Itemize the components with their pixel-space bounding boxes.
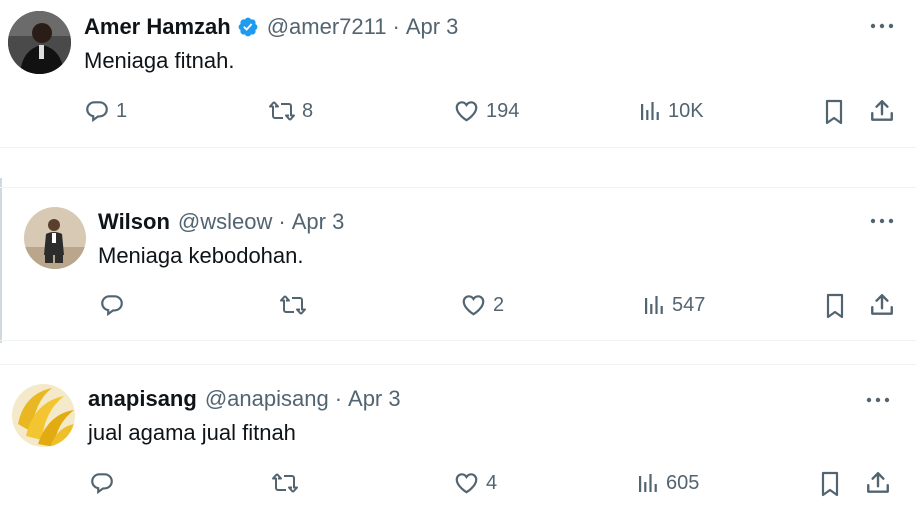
view-count: 10K <box>668 99 704 122</box>
reply-button[interactable] <box>89 470 121 496</box>
reply-icon <box>101 295 123 317</box>
view-count: 547 <box>672 293 706 316</box>
tweet-text: Meniaga kebodohan. <box>98 243 304 268</box>
more-icon[interactable] <box>867 16 897 36</box>
timestamp[interactable]: Apr 3 <box>292 209 345 235</box>
share-button[interactable] <box>869 98 895 124</box>
like-icon <box>455 101 478 122</box>
tweet-wilson[interactable]: Wilson @wsleow · Apr 3 Meniaga kebodohan… <box>0 188 916 338</box>
tweet-anapisang[interactable]: anapisang @anapisang · Apr 3 jual agama … <box>0 365 916 511</box>
tweet-text: jual agama jual fitnah <box>88 420 296 445</box>
like-count: 4 <box>486 471 498 494</box>
avatar[interactable] <box>24 207 86 269</box>
bookmark-icon <box>826 293 844 319</box>
separator: · <box>278 209 286 234</box>
like-count: 2 <box>493 293 505 316</box>
tweet-text: Meniaga fitnah. <box>84 48 235 73</box>
reply-count: 1 <box>116 99 128 122</box>
divider <box>0 147 916 148</box>
like-button[interactable]: 2 <box>460 292 504 318</box>
retweet-button[interactable] <box>279 292 313 318</box>
views-button[interactable]: 547 <box>642 292 705 318</box>
views-icon <box>639 474 657 492</box>
retweet-button[interactable] <box>271 470 305 496</box>
tweet-amer-hamzah[interactable]: Amer Hamzah @amer7211 · Apr 3 Meniaga fi… <box>0 0 916 147</box>
separator: · <box>392 14 400 39</box>
display-name[interactable]: Amer Hamzah <box>84 14 231 40</box>
reply-icon <box>91 473 113 495</box>
handle[interactable]: @anapisang <box>205 386 329 412</box>
share-button[interactable] <box>865 470 891 496</box>
like-icon <box>462 295 485 316</box>
avatar[interactable] <box>8 11 71 74</box>
timestamp[interactable]: Apr 3 <box>406 14 459 40</box>
like-icon <box>455 473 478 494</box>
retweet-button[interactable]: 8 <box>268 98 313 124</box>
display-name[interactable]: anapisang <box>88 386 197 412</box>
bookmark-button[interactable] <box>818 470 842 498</box>
man-in-dark-suit-avatar-image <box>8 11 71 74</box>
separator: · <box>334 386 343 411</box>
bookmark-button[interactable] <box>823 292 847 320</box>
view-count: 605 <box>666 471 700 494</box>
more-icon[interactable] <box>867 211 897 231</box>
share-icon <box>871 100 893 121</box>
bookmark-button[interactable] <box>822 98 846 126</box>
more-icon[interactable] <box>863 390 893 410</box>
reply-button[interactable]: 1 <box>84 98 127 124</box>
views-icon <box>645 296 663 314</box>
divider <box>0 340 916 341</box>
retweet-icon <box>280 295 306 315</box>
share-icon <box>871 294 893 315</box>
like-button[interactable]: 4 <box>453 470 497 496</box>
bookmark-icon <box>825 99 843 125</box>
reply-icon <box>86 101 108 123</box>
man-seated-avatar-image <box>24 207 86 269</box>
avatar[interactable] <box>12 384 75 447</box>
views-button[interactable]: 10K <box>638 98 704 124</box>
handle[interactable]: @wsleow <box>178 209 272 235</box>
share-icon <box>867 472 889 493</box>
verified-badge-icon <box>237 16 259 38</box>
bookmark-icon <box>821 471 839 497</box>
like-button[interactable]: 194 <box>453 98 519 124</box>
views-button[interactable]: 605 <box>636 470 699 496</box>
display-name[interactable]: Wilson <box>98 209 170 235</box>
share-button[interactable] <box>869 292 895 318</box>
banana-avatar-image <box>12 384 75 447</box>
like-count: 194 <box>486 99 520 122</box>
reply-button[interactable] <box>99 292 131 318</box>
views-icon <box>641 102 659 120</box>
retweet-icon <box>272 473 298 493</box>
retweet-count: 8 <box>302 99 314 122</box>
retweet-icon <box>269 101 295 121</box>
timestamp[interactable]: Apr 3 <box>348 386 401 412</box>
handle[interactable]: @amer7211 <box>267 14 387 40</box>
